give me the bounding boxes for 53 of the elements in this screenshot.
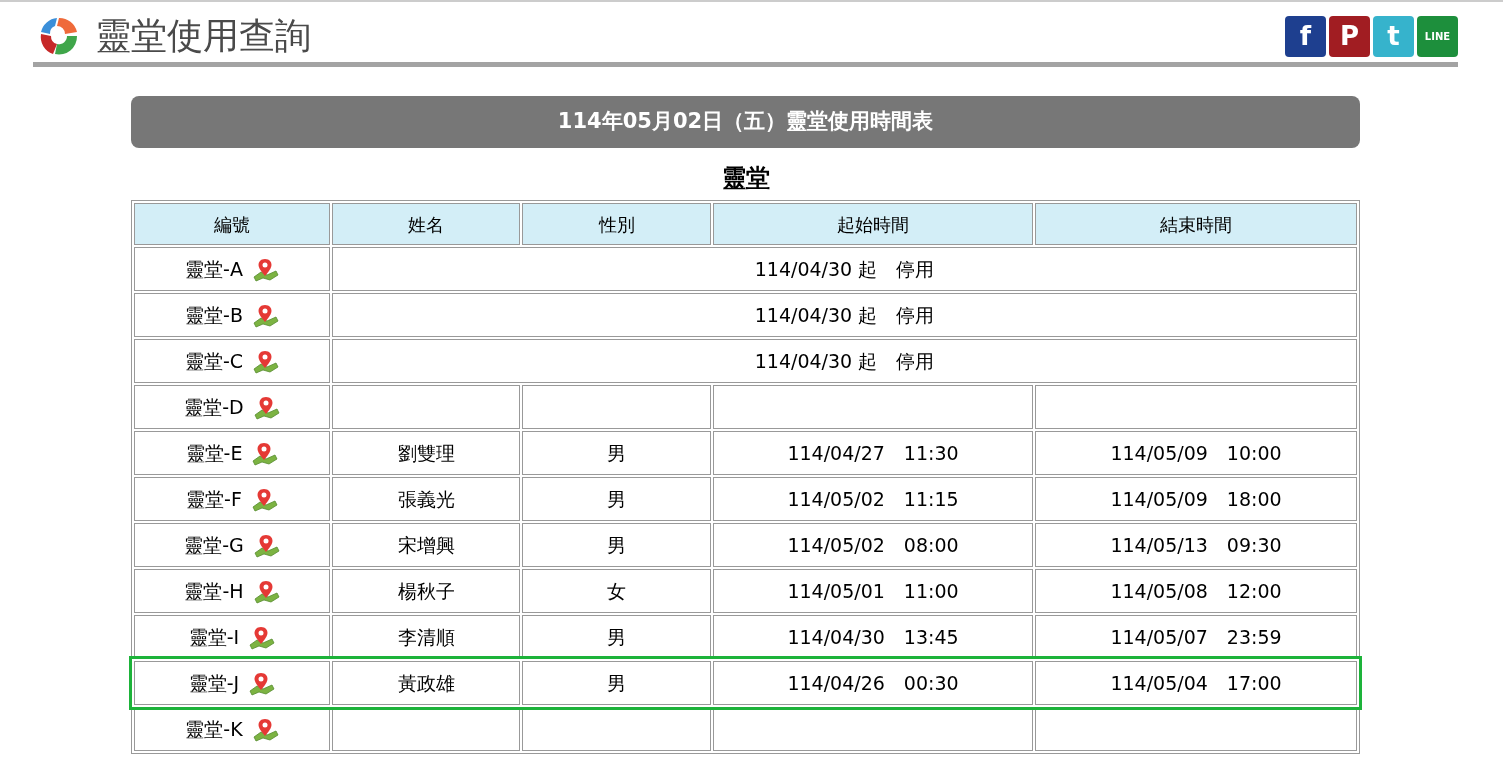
column-header: 性別 (522, 203, 711, 245)
hall-id: 靈堂-H (184, 579, 244, 602)
table-cell: 男 (522, 523, 711, 567)
column-header: 編號 (134, 203, 330, 245)
table-cell: 李清順 (332, 615, 520, 659)
map-pin-icon[interactable] (250, 442, 279, 467)
table-cell: 黃政雄 (332, 661, 520, 705)
table-cell: 張義光 (332, 477, 520, 521)
column-header: 起始時間 (713, 203, 1033, 245)
hall-id: 靈堂-G (184, 533, 244, 556)
hall-id: 靈堂-E (185, 441, 243, 464)
table-cell: 男 (522, 661, 711, 705)
hall-id: 靈堂-A (185, 257, 243, 280)
hall-id: 靈堂-B (185, 303, 243, 326)
table-cell: 114/04/27 11:30 (713, 431, 1033, 475)
column-header: 結束時間 (1035, 203, 1357, 245)
table-cell: 男 (522, 615, 711, 659)
map-pin-icon[interactable] (251, 350, 280, 375)
status-cell: 114/04/30 起 停用 (332, 293, 1357, 337)
column-header: 姓名 (332, 203, 520, 245)
status-cell: 114/04/30 起 停用 (332, 339, 1357, 383)
table-cell: 男 (522, 431, 711, 475)
table-cell: 114/05/04 17:00 (1035, 661, 1357, 705)
table-cell: 114/05/01 11:00 (713, 569, 1033, 613)
hall-id: 靈堂-F (186, 487, 242, 510)
table-cell: 114/05/09 10:00 (1035, 431, 1357, 475)
date-banner: 114年05月02日（五）靈堂使用時間表 (131, 96, 1360, 148)
table-cell: 楊秋子 (332, 569, 520, 613)
hall-id: 靈堂-J (188, 671, 240, 694)
map-pin-icon[interactable] (247, 672, 276, 697)
table-cell: 114/04/30 13:45 (713, 615, 1033, 659)
table-cell: 114/05/09 18:00 (1035, 477, 1357, 521)
table-cell: 114/05/13 09:30 (1035, 523, 1357, 567)
map-pin-icon[interactable] (247, 626, 276, 651)
hall-id: 靈堂-C (184, 349, 244, 372)
status-cell: 114/04/30 起 停用 (332, 247, 1357, 291)
social-share-button[interactable]: LINE (1417, 15, 1458, 57)
hall-id: 靈堂-I (188, 625, 240, 648)
table-cell: 女 (522, 569, 711, 613)
table-cell: 宋增興 (332, 523, 520, 567)
table-cell: 114/05/02 08:00 (713, 523, 1033, 567)
hall-id: 靈堂-K (185, 717, 243, 740)
table-cell: 114/05/08 12:00 (1035, 569, 1357, 613)
table-cell: 114/05/07 23:59 (1035, 615, 1357, 659)
table-cell: 114/04/26 00:30 (713, 661, 1033, 705)
social-share-button[interactable]: P (1329, 15, 1370, 57)
table-cell: 男 (522, 477, 711, 521)
table-cell: 劉雙理 (332, 431, 520, 475)
social-share-button[interactable]: f (1285, 15, 1326, 57)
table-caption: 靈堂 (720, 163, 771, 194)
page-title: 靈堂使用查詢 (95, 18, 311, 54)
table-cell: 114/05/02 11:15 (713, 477, 1033, 521)
hall-id: 靈堂-D (184, 395, 244, 418)
